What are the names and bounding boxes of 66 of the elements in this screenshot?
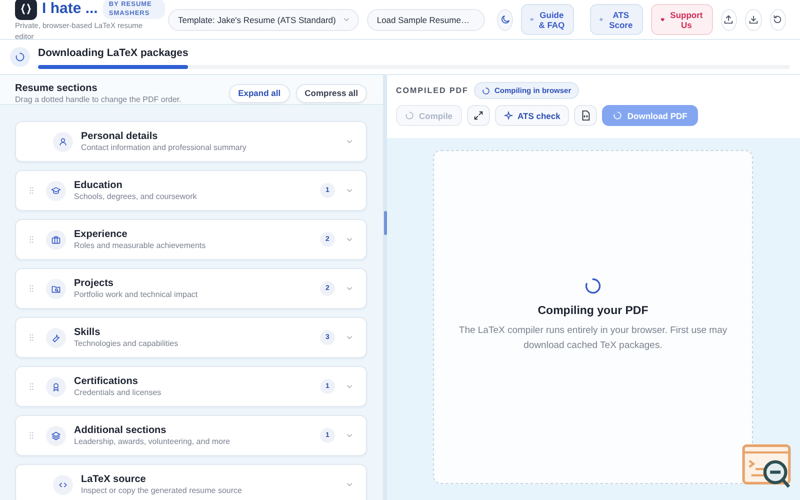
panel-label: COMPILED PDF (396, 86, 468, 95)
section-title: Personal details (81, 130, 159, 143)
dropdown[interactable]: Load Sample Resume… (366, 8, 485, 30)
support-button[interactable]: Support Us (651, 4, 713, 35)
section-subtitle: Leadership, awards, volunteering, and more (74, 437, 232, 447)
guide-button[interactable]: Guide & FAQ (521, 4, 574, 35)
section-subtitle: Roles and measurable achievements (74, 241, 207, 251)
progress-title: Downloading LaTeX packages (38, 47, 190, 60)
section-title: LaTeX source (81, 473, 147, 486)
reset-button[interactable] (770, 8, 786, 30)
drag-handle-icon (27, 333, 36, 342)
spinner-icon (584, 277, 602, 295)
section-title: Certifications (74, 375, 139, 388)
heart-icon (660, 16, 666, 23)
refresh-icon (405, 111, 414, 120)
file-code-icon (580, 110, 592, 121)
section-subtitle: Technologies and capabilities (74, 339, 180, 349)
layers-icon (51, 430, 61, 440)
ats-score-button[interactable]: ATS Score (590, 4, 644, 35)
compress-all-button[interactable]: Compress all (296, 84, 367, 102)
person-icon (58, 136, 68, 146)
preview-message: The LaTeX compiler runs entirely in your browser. First use may download cached TeX packages. (458, 324, 728, 353)
section-title: Projects (74, 277, 114, 290)
folder-icon (51, 284, 61, 294)
moon-icon (500, 14, 511, 25)
panel-hint: Drag a dotted handle to change the PDF order. (15, 95, 182, 104)
section-title: Additional sections (74, 424, 168, 437)
briefcase-icon (51, 234, 61, 244)
award-icon (51, 382, 61, 392)
app-title: I hate ... (42, 0, 98, 17)
section-title: Education (74, 179, 124, 192)
spinner-icon (613, 111, 622, 120)
drag-handle-icon (27, 382, 36, 391)
section-card[interactable]: LaTeX source Inspect or copy the generated resume source (15, 464, 367, 500)
ats-check-button[interactable]: ATS check (494, 105, 570, 126)
section-subtitle: Portfolio work and technical impact (74, 290, 199, 300)
section-title: Skills (74, 326, 102, 339)
spinner-icon (482, 86, 490, 94)
graduation-cap-icon (51, 186, 61, 196)
section-title: Experience (74, 228, 128, 241)
browser-search-icon[interactable] (742, 444, 792, 490)
section-card[interactable]: Personal details Contact information and professional summary (15, 121, 367, 162)
panel-title: Resume sections (15, 82, 98, 95)
drag-handle-icon (27, 284, 36, 293)
section-subtitle: Inspect or copy the generated resume source (81, 486, 243, 496)
section-subtitle: Contact information and professional summary (81, 143, 248, 153)
upload-icon (723, 14, 734, 25)
dropdown[interactable]: Template: Jake's Resume (ATS Standard) (168, 8, 359, 30)
sparkle-icon (599, 16, 604, 23)
sparkle-icon (504, 111, 513, 120)
reset-icon (772, 14, 784, 25)
expand-all-button[interactable]: Expand all (229, 84, 290, 102)
preview-title: Compiling your PDF (538, 305, 648, 317)
drag-handle-icon (27, 186, 36, 195)
expand-icon (472, 110, 484, 121)
download-button[interactable] (745, 8, 762, 30)
section-subtitle: Schools, degrees, and coursework (74, 192, 198, 202)
drag-handle-icon (27, 431, 36, 440)
upload-button[interactable] (720, 8, 738, 30)
section-subtitle: Credentials and licenses (74, 388, 162, 398)
download-icon (748, 14, 759, 25)
drag-handle-icon (27, 235, 36, 244)
spinner-icon (10, 47, 30, 67)
source-button[interactable] (574, 105, 598, 126)
theme-toggle-button[interactable] (496, 8, 514, 30)
fullscreen-button[interactable] (466, 105, 490, 126)
